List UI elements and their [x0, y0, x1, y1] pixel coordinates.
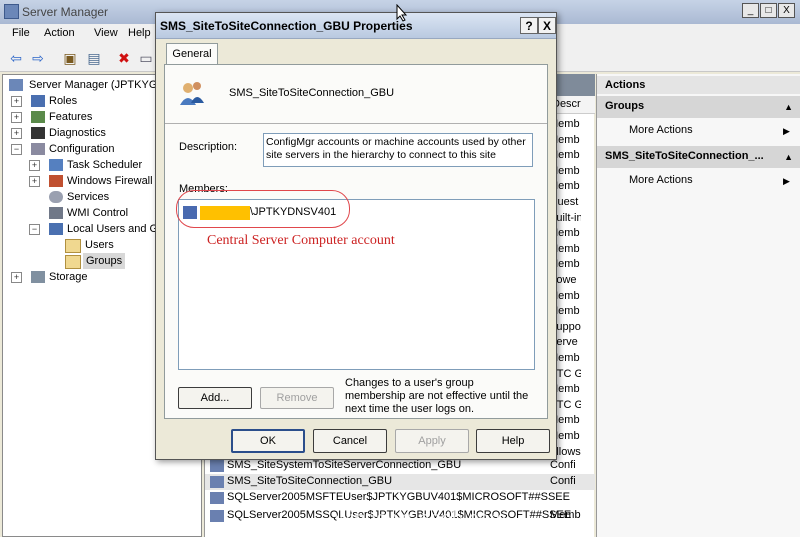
help-button[interactable]: Help: [476, 429, 550, 453]
ok-button[interactable]: OK: [231, 429, 305, 453]
users-icon: [49, 223, 63, 235]
mouse-cursor-icon: [396, 4, 408, 22]
features-icon: [31, 111, 45, 123]
tab-general[interactable]: General: [166, 43, 218, 65]
table-row[interactable]: SQLServer2005MSFTEUser$JPTKYGBUV401$MICR…: [205, 490, 595, 506]
add-button[interactable]: Add...: [178, 387, 252, 409]
group-name: SMS_SiteToSiteConnection_GBU: [229, 87, 395, 99]
maximize-button[interactable]: □: [760, 3, 777, 18]
annotation-ellipse: [176, 190, 350, 228]
watermark: windows-noob.com: [335, 508, 507, 530]
server-icon: [9, 79, 23, 91]
dialog-close-button[interactable]: X: [538, 17, 556, 34]
menu-help[interactable]: Help: [128, 27, 151, 39]
group-icon: [210, 460, 224, 472]
roles-icon: [31, 95, 45, 107]
forward-arrow-icon[interactable]: ⇨: [28, 49, 48, 67]
folder-icon: [65, 239, 81, 253]
configuration-icon: [31, 143, 45, 155]
wmi-icon: [49, 207, 63, 219]
minimize-button[interactable]: _: [742, 3, 759, 18]
collapse-up-icon[interactable]: ▲: [784, 102, 793, 112]
divider: [165, 123, 547, 124]
actions-section-groups[interactable]: Groups ▲: [597, 96, 800, 118]
up-folder-icon[interactable]: ▣: [60, 49, 80, 67]
group-icon: [210, 510, 224, 522]
menu-file[interactable]: File: [12, 27, 30, 39]
show-hide-tree-icon[interactable]: ▤: [84, 49, 104, 67]
dialog-title-bar: SMS_SiteToSiteConnection_GBU Properties …: [156, 13, 556, 39]
apply-button[interactable]: Apply: [395, 429, 469, 453]
window-title: Server Manager: [22, 5, 109, 19]
folder-icon: [65, 255, 81, 269]
actions-title: Actions: [597, 76, 800, 94]
close-button[interactable]: X: [778, 3, 795, 18]
services-gear-icon: [49, 191, 63, 203]
delete-icon[interactable]: ✖: [114, 49, 134, 67]
group-icon: [210, 476, 224, 488]
table-row-selected[interactable]: SMS_SiteToSiteConnection_GBU Confi: [205, 474, 595, 490]
actions-pane: Actions Groups ▲ More Actions ▶ SMS_Site…: [596, 74, 800, 537]
actions-section-selected-group[interactable]: SMS_SiteToSiteConnection_... ▲: [597, 146, 800, 168]
more-actions-selected-group[interactable]: More Actions: [629, 174, 693, 186]
server-manager-icon: [4, 4, 19, 19]
chevron-right-icon: ▶: [783, 176, 790, 186]
group-users-icon: [177, 79, 207, 109]
chevron-right-icon: ▶: [783, 126, 790, 136]
firewall-icon: [49, 175, 63, 187]
back-arrow-icon[interactable]: ⇦: [6, 49, 26, 67]
membership-note: Changes to a user's group membership are…: [345, 377, 529, 415]
description-label: Description:: [179, 141, 238, 153]
context-help-button[interactable]: ?: [520, 17, 538, 34]
collapse-up-icon[interactable]: ▲: [784, 152, 793, 162]
remove-button[interactable]: Remove: [260, 387, 334, 409]
storage-icon: [31, 271, 45, 283]
more-actions-groups[interactable]: More Actions: [629, 124, 693, 136]
diagnostics-icon: [31, 127, 45, 139]
cancel-button[interactable]: Cancel: [313, 429, 387, 453]
menu-action[interactable]: Action: [44, 27, 75, 39]
dialog-title: SMS_SiteToSiteConnection_GBU Properties: [160, 19, 413, 33]
task-scheduler-icon: [49, 159, 63, 171]
menu-view[interactable]: View: [94, 27, 118, 39]
table-row[interactable]: SMS_SiteSystemToSiteServerConnection_GBU…: [205, 458, 595, 474]
group-icon: [210, 492, 224, 504]
annotation-text: Central Server Computer account: [207, 233, 395, 248]
properties-icon[interactable]: ▭: [136, 49, 156, 67]
description-field[interactable]: ConfigMgr accounts or machine accounts u…: [263, 133, 533, 167]
